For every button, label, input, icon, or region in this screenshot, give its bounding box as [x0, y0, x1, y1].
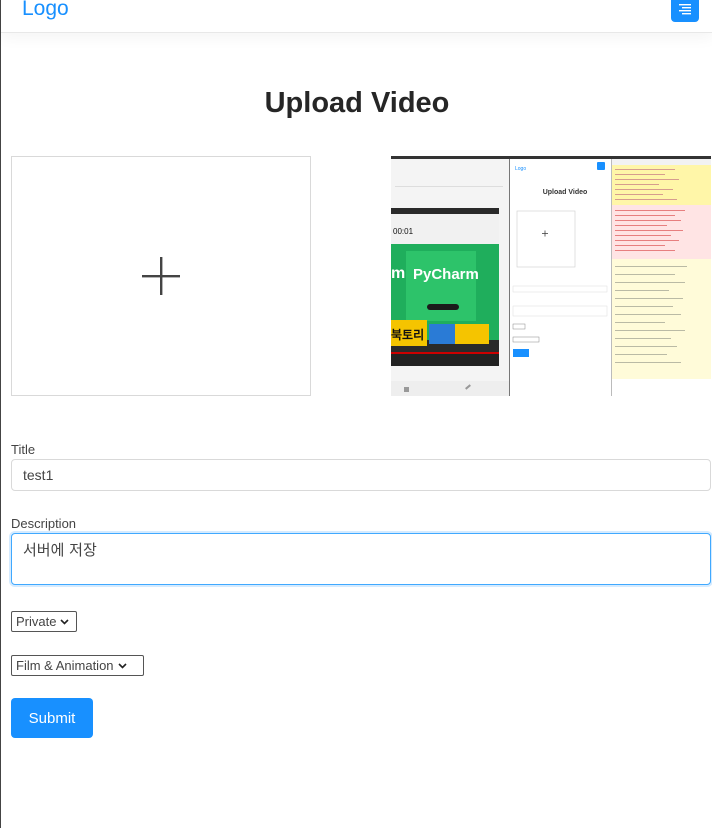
- page-title: Upload Video: [264, 87, 450, 119]
- video-thumbnail: 00:01 m PyCharm 북토리 Logo Upload Video: [391, 156, 711, 396]
- logo-link[interactable]: Logo: [22, 0, 69, 21]
- submit-button[interactable]: Submit: [11, 698, 93, 738]
- title-label: Title: [11, 442, 36, 457]
- navbar: Logo: [1, 0, 712, 33]
- privacy-select[interactable]: Private: [11, 611, 77, 632]
- category-select-value: Film & Animation: [16, 658, 114, 673]
- plus-icon: [142, 257, 180, 295]
- thumb-timer: 00:01: [393, 227, 414, 236]
- description-label: Description: [11, 516, 77, 531]
- menu-button[interactable]: [671, 0, 699, 22]
- chevron-down-icon: [117, 662, 127, 669]
- thumb-banner-left: m: [391, 265, 405, 282]
- video-dropzone[interactable]: [11, 156, 311, 396]
- title-input[interactable]: [11, 459, 711, 491]
- thumb-mini-title: Upload Video: [543, 189, 588, 196]
- privacy-select-value: Private: [16, 614, 57, 629]
- thumb-mini-logo: Logo: [515, 166, 526, 172]
- thumbnail-screenshot: 00:01 m PyCharm 북토리 Logo Upload Video: [391, 156, 711, 396]
- description-textarea[interactable]: 서버에 저장: [11, 533, 711, 585]
- hamburger-menu-icon: [679, 4, 691, 15]
- thumb-banner: PyCharm: [413, 266, 479, 283]
- chevron-down-icon: [60, 618, 70, 625]
- thumb-banner-bottom: 북토리: [391, 327, 424, 342]
- category-select[interactable]: Film & Animation: [11, 655, 144, 676]
